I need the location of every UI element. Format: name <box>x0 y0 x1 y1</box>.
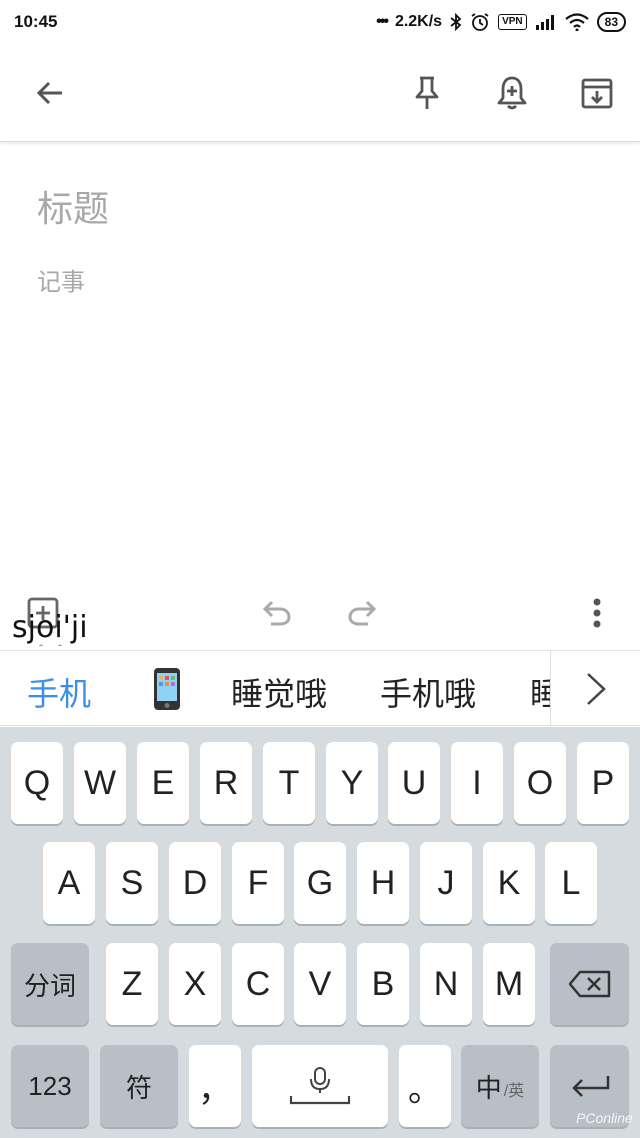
key-g[interactable]: G <box>294 842 346 924</box>
key-o[interactable]: O <box>514 742 566 824</box>
expand-candidates-button[interactable] <box>550 651 640 725</box>
key-r[interactable]: R <box>200 742 252 824</box>
key-x[interactable]: X <box>169 943 221 1025</box>
key-w[interactable]: W <box>74 742 126 824</box>
key-y[interactable]: Y <box>326 742 378 824</box>
watermark: PConline <box>576 1110 633 1126</box>
status-icons: ••• 2.2K/s VPN 83 <box>376 12 626 32</box>
battery-indicator: 83 <box>596 12 626 32</box>
period-key[interactable]: 。 <box>399 1045 451 1127</box>
soft-keyboard: Q W E R T Y U I O P A S D F G H J K L 分词… <box>0 727 640 1138</box>
mobile-phone-emoji-candidate[interactable] <box>152 667 182 711</box>
note-title-input[interactable] <box>37 184 597 234</box>
key-m[interactable]: M <box>483 943 535 1025</box>
lang-main-label: 中 <box>475 1072 502 1103</box>
space-key[interactable] <box>252 1045 388 1127</box>
undo-button[interactable] <box>252 588 302 638</box>
key-k[interactable]: K <box>483 842 535 924</box>
note-toolbar <box>0 44 640 142</box>
key-u[interactable]: U <box>388 742 440 824</box>
archive-icon <box>581 78 613 109</box>
key-q[interactable]: Q <box>11 742 63 824</box>
pin-icon <box>415 76 439 109</box>
vpn-badge: VPN <box>498 14 527 30</box>
bell-plus-icon <box>497 76 527 110</box>
key-i[interactable]: I <box>451 742 503 824</box>
candidate-4[interactable]: 手机哦 <box>380 669 476 715</box>
candidate-1[interactable]: 手机 <box>27 669 91 715</box>
key-t[interactable]: T <box>263 742 315 824</box>
key-c[interactable]: C <box>232 943 284 1025</box>
alarm-icon <box>470 12 490 32</box>
note-body-input[interactable] <box>37 262 597 302</box>
backspace-icon <box>568 970 610 998</box>
editor-bottom-bar <box>0 580 640 648</box>
more-notifications-icon: ••• <box>376 13 389 30</box>
key-b[interactable]: B <box>357 943 409 1025</box>
signal-icon <box>535 14 557 30</box>
redo-icon <box>348 600 377 626</box>
back-button[interactable] <box>25 68 75 118</box>
key-p[interactable]: P <box>577 742 629 824</box>
composing-pinyin: sjoi'ji <box>12 610 88 645</box>
chevron-right-icon <box>586 673 606 705</box>
lang-sub-label: /英 <box>503 1083 525 1100</box>
key-f[interactable]: F <box>232 842 284 924</box>
redo-button[interactable] <box>337 588 387 638</box>
symbols-key[interactable]: 符 <box>100 1045 178 1127</box>
numbers-key[interactable]: 123 <box>11 1045 89 1127</box>
ime-candidate-bar: 手机 睡觉哦 手机哦 睡 <box>0 650 640 726</box>
key-z[interactable]: Z <box>106 943 158 1025</box>
candidate-3[interactable]: 睡觉哦 <box>231 669 327 715</box>
ime-composing-text: sjoi'ji <box>12 610 88 647</box>
key-n[interactable]: N <box>420 943 472 1025</box>
status-bar: 10:45 ••• 2.2K/s VPN 83 <box>0 0 640 44</box>
key-j[interactable]: J <box>420 842 472 924</box>
bluetooth-icon <box>450 13 462 31</box>
archive-button[interactable] <box>572 68 622 118</box>
key-v[interactable]: V <box>294 943 346 1025</box>
space-mic-icon <box>289 1067 351 1105</box>
more-vert-icon <box>593 598 601 628</box>
reminder-button[interactable] <box>487 68 537 118</box>
network-speed: 2.2K/s <box>394 13 443 30</box>
backspace-key[interactable] <box>550 943 629 1025</box>
key-s[interactable]: S <box>106 842 158 924</box>
key-e[interactable]: E <box>137 742 189 824</box>
key-d[interactable]: D <box>169 842 221 924</box>
more-options-button[interactable] <box>572 588 622 638</box>
pin-button[interactable] <box>402 68 452 118</box>
key-a[interactable]: A <box>43 842 95 924</box>
status-time: 10:45 <box>14 12 58 31</box>
undo-icon <box>262 600 291 626</box>
language-switch-key[interactable]: 中/英 <box>461 1045 539 1127</box>
enter-icon <box>571 1076 609 1097</box>
segment-key[interactable]: 分词 <box>11 943 89 1025</box>
wifi-icon <box>564 13 589 31</box>
mobile-phone-icon <box>154 668 180 710</box>
key-l[interactable]: L <box>545 842 597 924</box>
key-h[interactable]: H <box>357 842 409 924</box>
back-arrow-icon <box>36 81 62 105</box>
composing-marks-icon <box>39 644 62 647</box>
comma-key[interactable]: ， <box>189 1045 241 1127</box>
